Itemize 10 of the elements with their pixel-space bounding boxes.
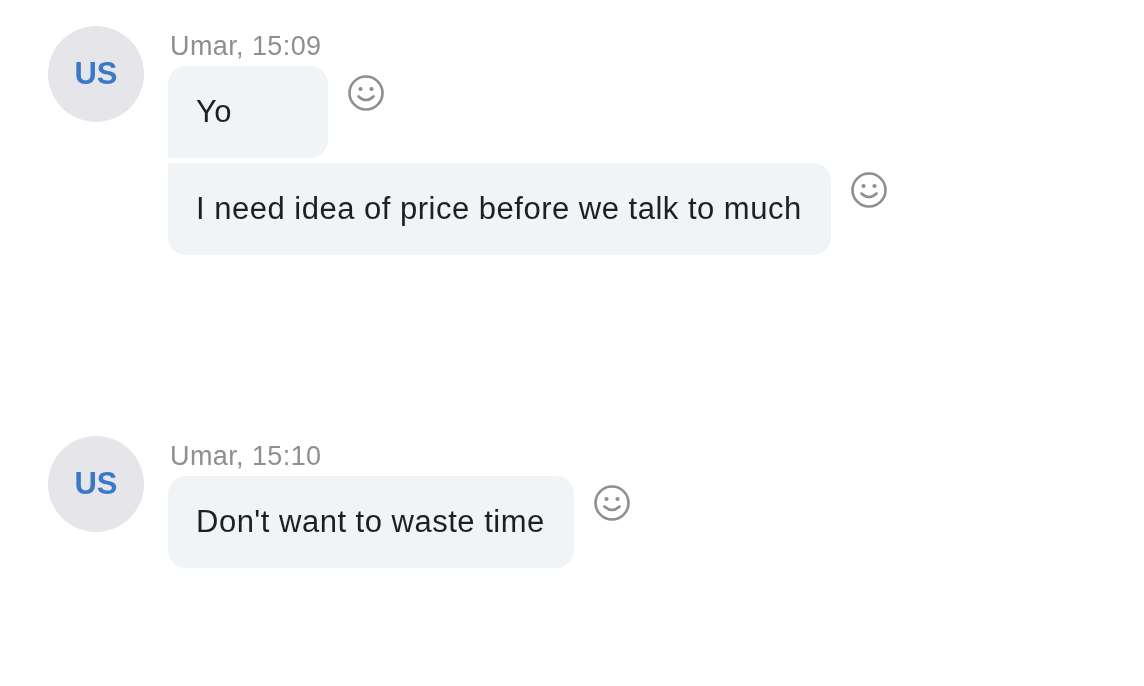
message-bubble: Yo xyxy=(168,66,328,158)
avatar: US xyxy=(48,26,144,122)
sender-time: Umar, 15:10 xyxy=(170,440,322,473)
smiley-icon[interactable] xyxy=(850,172,887,208)
sender-time: Umar, 15:09 xyxy=(170,30,322,63)
smiley-icon[interactable] xyxy=(348,75,384,111)
avatar: US xyxy=(48,436,144,532)
message-bubble: Don't want to waste time xyxy=(168,476,574,568)
smiley-icon[interactable] xyxy=(593,485,630,521)
message-bubble: I need idea of price before we talk to much xyxy=(168,163,831,255)
